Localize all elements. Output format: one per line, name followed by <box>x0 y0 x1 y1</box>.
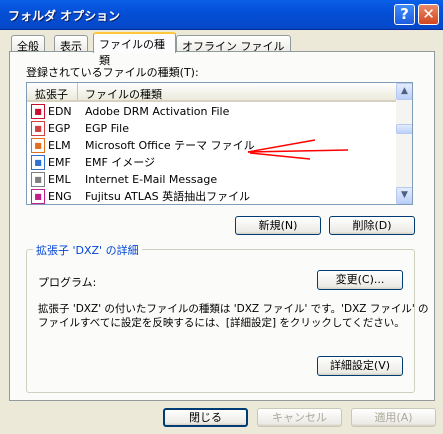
new-button[interactable]: 新規(N) <box>235 216 321 235</box>
close-button[interactable]: 閉じる <box>163 408 248 427</box>
list-item[interactable]: ■ EDN Adobe DRM Activation File <box>31 103 391 120</box>
egp-file-icon: ■ <box>31 121 45 136</box>
image-file-icon: ■ <box>31 155 45 170</box>
row-desc: Adobe DRM Activation File <box>85 105 230 118</box>
row-ext: EGP <box>48 122 71 135</box>
details-legend: 拡張子 'DXZ' の詳細 <box>33 242 142 258</box>
atlas-file-icon: ■ <box>31 189 45 204</box>
office-theme-icon: ■ <box>31 138 45 153</box>
list-item[interactable]: ■ EML Internet E-Mail Message <box>31 171 391 188</box>
column-header-ext[interactable]: 拡張子 <box>35 86 68 102</box>
details-text-line2: ファイルすべてに設定を反映するには、[詳細設定] をクリックしてください。 <box>38 317 405 329</box>
apply-button[interactable]: 適用(A) <box>351 408 436 427</box>
cancel-button[interactable]: キャンセル <box>257 408 342 427</box>
advanced-button[interactable]: 詳細設定(V) <box>317 356 403 376</box>
row-desc: EGP File <box>85 122 130 135</box>
close-window-button[interactable]: ✕ <box>418 4 439 25</box>
window-title: フォルダ オプション <box>8 9 121 23</box>
red-arrow-icon <box>247 139 349 160</box>
tab-file-types[interactable]: ファイルの種類 <box>93 32 176 67</box>
program-label: プログラム: <box>38 276 97 289</box>
help-button[interactable]: ? <box>394 4 415 25</box>
list-header: 拡張子 ファイルの種類 <box>27 83 396 102</box>
adobe-file-icon: ■ <box>31 104 45 119</box>
delete-button[interactable]: 削除(D) <box>329 216 415 235</box>
filetypes-label: 登録されているファイルの種類(T): <box>26 66 199 79</box>
tab-offline-files[interactable]: オフライン ファイル <box>176 35 291 53</box>
mail-icon: ■ <box>31 172 45 187</box>
filetypes-list[interactable]: 拡張子 ファイルの種類 ■ EDN Adobe DRM Activation Fil… <box>26 82 413 205</box>
row-ext: ENG <box>48 190 72 203</box>
details-text-line1: 拡張子 'DXZ' の付いたファイルの種類は 'DXZ ファイル' です。'DX… <box>38 303 429 315</box>
tab-view[interactable]: 表示 <box>54 35 88 53</box>
tab-general[interactable]: 全般 <box>11 35 45 53</box>
scroll-down-button[interactable]: ▼ <box>396 187 412 204</box>
row-desc: Internet E-Mail Message <box>85 173 218 186</box>
title-bar: フォルダ オプション ? ✕ <box>0 0 443 30</box>
row-ext: EDN <box>48 105 72 118</box>
vertical-scrollbar[interactable]: ▲ ▼ <box>396 83 412 204</box>
change-button[interactable]: 変更(C)... <box>317 270 403 290</box>
scroll-up-button[interactable]: ▲ <box>396 83 412 100</box>
row-ext: EML <box>48 173 71 186</box>
scroll-thumb[interactable] <box>396 124 412 134</box>
row-ext: EMF <box>48 156 71 169</box>
list-item[interactable]: ■ ENG Fujitsu ATLAS 英語抽出ファイル <box>31 188 391 204</box>
row-ext: ELM <box>48 139 71 152</box>
row-desc: Microsoft Office テーマ ファイル <box>85 139 255 152</box>
row-desc: Fujitsu ATLAS 英語抽出ファイル <box>85 190 251 203</box>
row-desc: EMF イメージ <box>85 156 156 169</box>
column-header-type[interactable]: ファイルの種類 <box>85 86 162 102</box>
